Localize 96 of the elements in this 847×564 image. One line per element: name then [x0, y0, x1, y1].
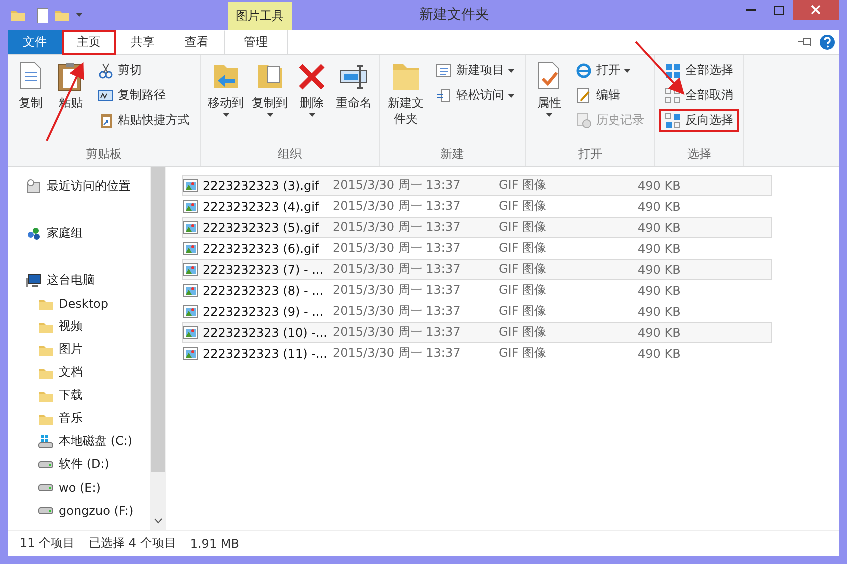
caret-icon [624, 68, 632, 72]
ribbon-tab[interactable]: 管理 [224, 30, 288, 54]
image-file-icon [183, 220, 199, 236]
pin-icon[interactable] [798, 37, 814, 47]
document-icon [436, 88, 452, 104]
caret-icon [546, 113, 553, 118]
pencil-icon [576, 88, 592, 104]
nav-item[interactable]: 图片 [38, 338, 150, 361]
scroll-down-icon[interactable] [154, 518, 162, 524]
browser-icon [576, 62, 592, 78]
annotation-arrow [635, 41, 685, 95]
group-label: 组织 [277, 146, 303, 163]
nav-item[interactable]: gongzuo (F:) [38, 499, 150, 522]
file-row[interactable]: 2223232323 (3).gif 2015/3/30 周一 13:37 GIF 图像 490 KB [182, 175, 772, 196]
drive-icon [38, 484, 54, 492]
file-row[interactable]: 2223232323 (6).gif 2015/3/30 周一 13:37 GIF 图像 490 KB [182, 238, 772, 259]
nav-item[interactable]: 最近访问的位置 [26, 175, 150, 198]
file-row[interactable]: 2223232323 (7) - ... 2015/3/30 周一 13:37 GIF 图像 490 KB [182, 259, 772, 280]
computer-icon [26, 272, 42, 288]
caret-icon [508, 68, 516, 72]
ribbon-button[interactable]: 反向选择 [659, 109, 740, 132]
grid-icon [665, 88, 682, 104]
ribbon-button[interactable]: 粘贴快捷方式 [92, 109, 196, 132]
document-icon [436, 62, 452, 78]
ribbon-button[interactable]: 新建文件夹 [384, 59, 428, 146]
nav-item[interactable]: 本地磁盘 (C:) [38, 430, 150, 453]
nav-item[interactable]: 家庭组 [26, 222, 150, 245]
window-title: 新建文件夹 [418, 6, 490, 25]
caret-icon [76, 13, 83, 17]
caret-icon [222, 113, 230, 118]
ribbon-button[interactable]: 复制 [12, 59, 50, 146]
ribbon-button[interactable]: 全部选择 [659, 59, 740, 82]
file-row[interactable]: 2223232323 (10) -... 2015/3/30 周一 13:37 GIF 图像 490 KB [182, 322, 772, 343]
image-file-icon [183, 198, 199, 214]
nav-item[interactable]: 软件 (D:) [38, 453, 150, 476]
file-menu-tab[interactable]: 文件 [8, 30, 62, 54]
ribbon-button[interactable]: 编辑 [570, 84, 650, 107]
ribbon-button[interactable]: 重命名 [333, 59, 375, 146]
group-label: 打开 [577, 146, 604, 163]
group-label: 新建 [440, 146, 466, 163]
file-row[interactable]: 2223232323 (8) - ... 2015/3/30 周一 13:37 GIF 图像 490 KB [182, 280, 772, 301]
recent-places-icon [26, 178, 42, 194]
homegroup-icon [26, 226, 42, 242]
file-row[interactable]: 2223232323 (11) -... 2015/3/30 周一 13:37 GIF 图像 490 KB [182, 343, 772, 364]
history-icon [576, 112, 592, 128]
image-file-icon [183, 178, 199, 194]
item-count: 11 个项目 [20, 535, 76, 552]
path-icon [98, 88, 114, 104]
ribbon-button[interactable]: 删除 [293, 59, 331, 146]
ribbon-button[interactable]: 复制到 [249, 59, 291, 146]
close-button[interactable] [793, 0, 839, 20]
scissors-icon [98, 62, 114, 78]
image-file-icon [183, 262, 199, 278]
maximize-icon [774, 6, 784, 14]
file-row[interactable]: 2223232323 (9) - ... 2015/3/30 周一 13:37 GIF 图像 490 KB [182, 301, 772, 322]
group-label: 选择 [686, 146, 712, 163]
ribbon-tab[interactable]: 主页 [62, 30, 116, 55]
file-row[interactable]: 2223232323 (5).gif 2015/3/30 周一 13:37 GIF 图像 490 KB [182, 217, 772, 238]
caret-icon [266, 113, 274, 118]
image-file-icon [183, 324, 199, 340]
ribbon-button[interactable]: 新建项目 [430, 59, 522, 82]
ribbon-button[interactable]: 剪切 [92, 59, 196, 82]
group-label: 剪贴板 [85, 146, 123, 163]
drive-icon [38, 434, 54, 450]
ribbon-button[interactable]: 打开 [570, 59, 650, 82]
image-file-icon [183, 346, 199, 362]
ribbon-button[interactable]: 移动到 [205, 59, 247, 146]
caret-icon [308, 113, 316, 118]
ribbon-button[interactable]: 轻松访问 [430, 84, 522, 107]
drive-icon [38, 506, 54, 514]
file-row[interactable]: 2223232323 (4).gif 2015/3/30 周一 13:37 GIF 图像 490 KB [182, 196, 772, 217]
selection-count: 已选择 4 个项目 [89, 535, 176, 552]
grid-icon [665, 62, 682, 78]
close-icon [811, 5, 821, 15]
nav-item[interactable]: Desktop [38, 292, 150, 315]
ribbon-button[interactable]: 复制路径 [92, 84, 196, 107]
nav-item[interactable]: 这台电脑 [26, 269, 150, 292]
image-file-icon [183, 240, 199, 256]
nav-item[interactable]: 音乐 [38, 407, 150, 430]
nav-item[interactable]: wo (E:) [38, 476, 150, 499]
minimize-icon [746, 9, 756, 11]
help-icon[interactable] [820, 34, 835, 50]
nav-item[interactable]: 视频 [38, 315, 150, 338]
drive-icon [38, 460, 54, 468]
selection-size: 1.91 MB [190, 536, 240, 550]
ribbon-button[interactable]: 属性 [530, 59, 568, 146]
grid-icon [665, 112, 682, 128]
nav-item[interactable]: 下载 [38, 384, 150, 407]
ribbon-button[interactable]: 全部取消 [659, 84, 740, 107]
image-file-icon [183, 304, 199, 320]
scrollbar-thumb[interactable] [151, 167, 165, 472]
caret-icon [508, 94, 516, 98]
context-tab-label: 图片工具 [228, 2, 292, 30]
image-file-icon [183, 282, 199, 298]
shortcut-icon [98, 112, 114, 128]
nav-item[interactable]: 文档 [38, 361, 150, 384]
